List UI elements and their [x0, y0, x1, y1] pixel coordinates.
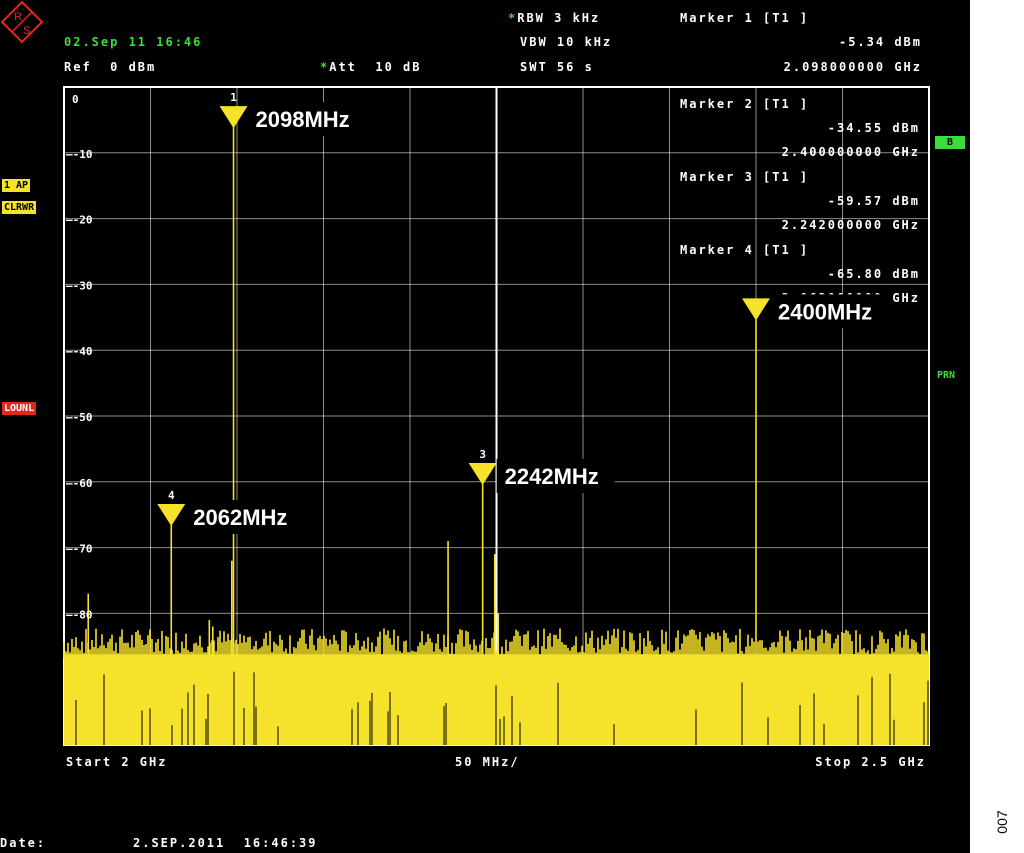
y-tick-label: —-40 — [66, 345, 93, 358]
callout-label: 2242MHz — [505, 464, 599, 489]
y-tick-label: —-50 — [66, 411, 93, 424]
marker-table-title: Marker 2 [T1 ] — [680, 97, 809, 111]
stop-freq-label: Stop 2.5 GHz — [815, 755, 926, 769]
y-tick-label: —-70 — [66, 543, 93, 556]
marker-number: 4 — [168, 489, 175, 502]
marker-number: 3 — [479, 448, 486, 461]
marker-number: 1 — [230, 91, 237, 104]
marker-table-freq: 2.400000000 GHz — [782, 145, 920, 159]
marker-table-level: -34.55 dBm — [828, 121, 920, 135]
marker-table-title: Marker 3 [T1 ] — [680, 170, 809, 184]
marker-table-freq: 2.242000000 GHz — [782, 218, 920, 232]
marker-table-level: -65.80 dBm — [828, 267, 920, 281]
marker-table-title: Marker 4 [T1 ] — [680, 243, 809, 257]
y-tick-label: —-20 — [66, 214, 93, 227]
spectrum-chart: Marker 2 [T1 ] -34.55 dBm 2.400000000 GHz M… — [63, 86, 930, 746]
analyzer-screen: R S 02.Sep 11 16:46 Ref 0 dBm *Att 10 dB… — [0, 0, 970, 853]
y-tick-label: —-10 — [66, 148, 93, 161]
y-tick-labels: 0 —-10 —-20 —-30 —-40 —-50 —-60 —-70 —-80 — [66, 93, 93, 621]
y-tick-label: —-80 — [66, 608, 93, 621]
date-value: 2.SEP.2011 16:46:39 — [133, 836, 318, 850]
marker-triangle — [219, 106, 248, 129]
marker-table: Marker 2 [T1 ] -34.55 dBm 2.400000000 GHz M… — [680, 97, 920, 305]
callout-label: 2062MHz — [193, 505, 287, 530]
date-label: Date: — [0, 836, 47, 850]
y-tick-label: —-60 — [66, 477, 93, 490]
callout-label: 2098MHz — [256, 107, 350, 132]
start-freq-label: Start 2 GHz — [66, 755, 168, 769]
y-tick-label: 0 — [72, 93, 79, 106]
span-label: 50 MHz/ — [455, 755, 520, 769]
y-tick-label: —-30 — [66, 279, 93, 292]
marker-table-level: -59.57 dBm — [828, 194, 920, 208]
marker-triangle — [157, 503, 186, 526]
marker-triangle — [742, 298, 770, 321]
callout-label: 2400MHz — [778, 299, 872, 324]
figure-id: 007 — [994, 810, 1010, 834]
marker-layer: 1 2098MHz 2400MHz 3 2242MHz 4 2062MHz — [157, 91, 888, 534]
